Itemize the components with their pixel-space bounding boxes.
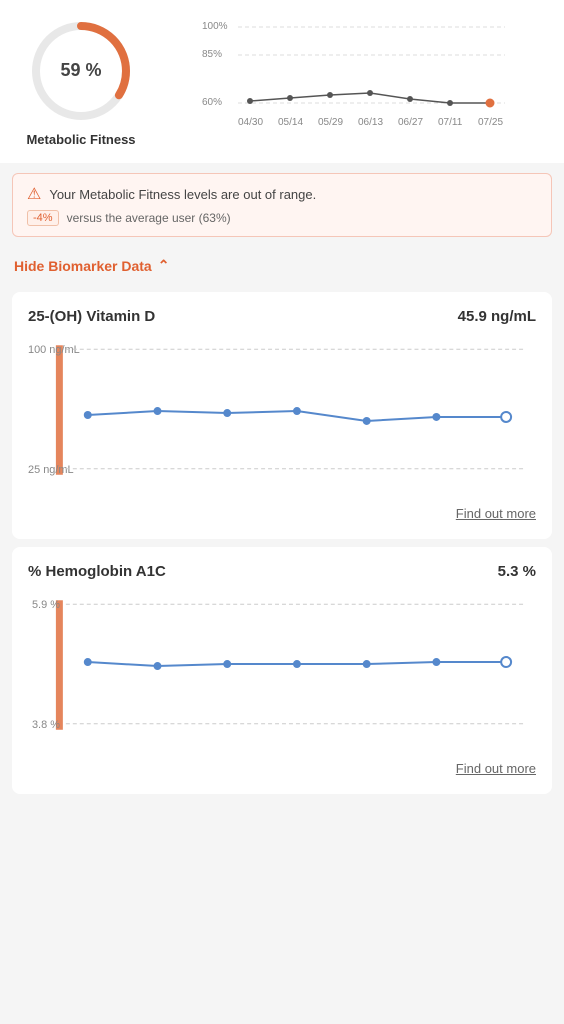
find-out-more-vitamind[interactable]: Find out more — [28, 505, 536, 523]
gauge-container: 59 % Metabolic Fitness — [16, 16, 146, 147]
svg-text:5.9 %: 5.9 % — [32, 599, 60, 611]
gauge-svg: 59 % — [26, 16, 136, 126]
chevron-up-icon: ⌃ — [158, 257, 170, 274]
svg-text:25 ng/mL: 25 ng/mL — [28, 464, 74, 476]
svg-text:100%: 100% — [202, 21, 228, 32]
svg-text:06/13: 06/13 — [358, 117, 383, 128]
find-out-more-link-hba1c[interactable]: Find out more — [456, 761, 536, 776]
alert-sub: -4% versus the average user (63%) — [27, 210, 537, 226]
biomarker-card-vitamind: 25-(OH) Vitamin D 45.9 ng/mL 100 ng/mL 2… — [12, 292, 552, 539]
alert-badge: -4% — [27, 210, 59, 226]
alert-sub-text: versus the average user (63%) — [67, 211, 231, 225]
find-out-more-hba1c[interactable]: Find out more — [28, 760, 536, 778]
trend-chart: 100% 85% 60% 04/30 05/14 05/29 06/ — [162, 17, 548, 147]
hide-biomarker-toggle[interactable]: Hide Biomarker Data ⌃ — [0, 247, 564, 284]
biomarker-value-vitamind: 45.9 ng/mL — [458, 308, 536, 325]
biomarker-chart-vitamind: 100 ng/mL 25 ng/mL — [28, 335, 536, 495]
gauge-percentage: 59 % — [60, 60, 101, 80]
header-section: 59 % Metabolic Fitness 100% 85% 60% — [0, 0, 564, 163]
trend-chart-svg: 100% 85% 60% 04/30 05/14 05/29 06/ — [162, 17, 548, 147]
biomarker-title-hba1c: % Hemoglobin A1C — [28, 563, 166, 580]
alert-box: ⚠ Your Metabolic Fitness levels are out … — [12, 173, 552, 237]
alert-main-text: Your Metabolic Fitness levels are out of… — [49, 187, 316, 202]
svg-text:60%: 60% — [202, 97, 222, 108]
find-out-more-link-vitamind[interactable]: Find out more — [456, 506, 536, 521]
vitamind-svg: 100 ng/mL 25 ng/mL — [28, 335, 536, 495]
svg-text:07/11: 07/11 — [438, 117, 463, 128]
biomarker-card-hba1c: % Hemoglobin A1C 5.3 % 5.9 % 3.8 % — [12, 547, 552, 794]
biomarker-value-hba1c: 5.3 % — [498, 563, 536, 580]
biomarker-header-hba1c: % Hemoglobin A1C 5.3 % — [28, 563, 536, 580]
svg-text:05/29: 05/29 — [318, 117, 343, 128]
svg-text:06/27: 06/27 — [398, 117, 423, 128]
hba1c-svg: 5.9 % 3.8 % — [28, 590, 536, 750]
svg-text:3.8 %: 3.8 % — [32, 719, 60, 731]
svg-text:100 ng/mL: 100 ng/mL — [28, 344, 80, 356]
biomarker-header-vitamind: 25-(OH) Vitamin D 45.9 ng/mL — [28, 308, 536, 325]
alert-icon: ⚠ — [27, 184, 41, 204]
svg-text:05/14: 05/14 — [278, 117, 303, 128]
gauge-label: Metabolic Fitness — [26, 132, 135, 147]
biomarker-title-vitamind: 25-(OH) Vitamin D — [28, 308, 155, 325]
hide-biomarker-label: Hide Biomarker Data — [14, 258, 152, 274]
biomarker-chart-hba1c: 5.9 % 3.8 % — [28, 590, 536, 750]
alert-row: ⚠ Your Metabolic Fitness levels are out … — [27, 184, 537, 204]
svg-text:07/25: 07/25 — [478, 117, 503, 128]
svg-text:85%: 85% — [202, 49, 222, 60]
svg-text:04/30: 04/30 — [238, 117, 263, 128]
